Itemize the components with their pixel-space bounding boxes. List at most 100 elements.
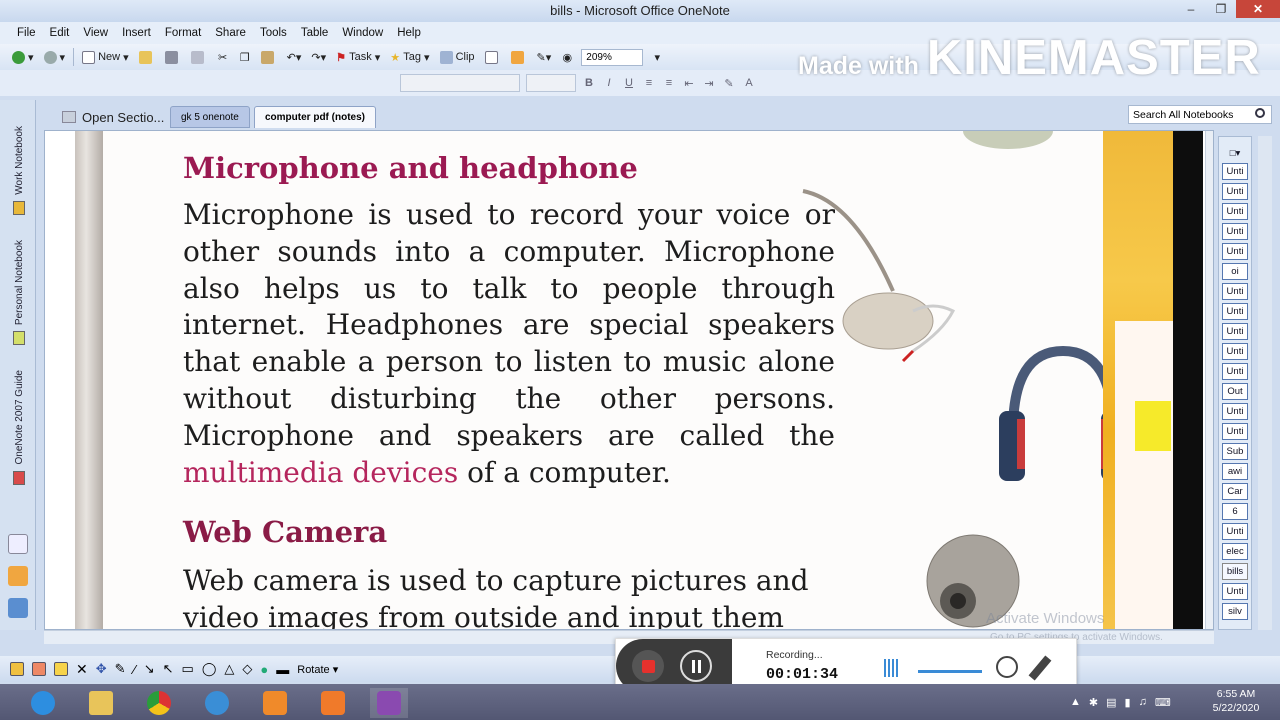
- insert-space-icon[interactable]: ✥: [96, 661, 107, 677]
- stop-recording-button[interactable]: [632, 650, 664, 682]
- open-sections-tab[interactable]: Open Sectio...: [52, 106, 174, 128]
- zoom-select[interactable]: 209%: [581, 48, 644, 66]
- line-icon[interactable]: ∕: [134, 662, 136, 677]
- pen-tool-icon[interactable]: ✎: [115, 661, 126, 677]
- search-notebooks-input[interactable]: Search All Notebooks: [1128, 105, 1272, 124]
- app-orange-icon[interactable]: [256, 688, 294, 718]
- eraser-tool-icon[interactable]: [54, 662, 68, 676]
- zoom-dropdown-icon[interactable]: ▾: [649, 47, 665, 67]
- page-tab[interactable]: awi: [1222, 463, 1248, 480]
- decrease-indent-icon[interactable]: ⇤: [682, 77, 696, 90]
- menu-edit[interactable]: Edit: [43, 27, 77, 39]
- page-tab[interactable]: Unti: [1222, 523, 1248, 540]
- page-tab[interactable]: Sub: [1222, 443, 1248, 460]
- recorder-icon[interactable]: [314, 688, 352, 718]
- back-icon[interactable]: ▾: [10, 47, 36, 67]
- menu-table[interactable]: Table: [294, 27, 336, 39]
- menu-tools[interactable]: Tools: [253, 27, 294, 39]
- page-canvas[interactable]: Microphone and headphone Microphone is u…: [44, 130, 1214, 630]
- page-tab[interactable]: Unti: [1222, 243, 1248, 260]
- double-arrow-icon[interactable]: ↖: [163, 661, 174, 677]
- circle-icon[interactable]: ◯: [202, 661, 217, 677]
- menu-help[interactable]: Help: [390, 27, 428, 39]
- notebook-work[interactable]: Work Notebook: [8, 126, 30, 215]
- type-text-icon[interactable]: [10, 662, 24, 676]
- restore-icon[interactable]: ❐: [1206, 0, 1236, 18]
- show-hidden-icon[interactable]: ▲: [1070, 696, 1081, 708]
- page-tab[interactable]: Unti: [1222, 403, 1248, 420]
- page-tab-active[interactable]: bills: [1222, 563, 1248, 580]
- font-color-icon[interactable]: A: [742, 77, 756, 89]
- page-tab[interactable]: Unti: [1222, 343, 1248, 360]
- page-list-scrollbar[interactable]: [1258, 136, 1272, 630]
- page-tab[interactable]: Unti: [1222, 363, 1248, 380]
- pause-recording-button[interactable]: [680, 650, 712, 682]
- annotate-pen-icon[interactable]: [1028, 655, 1052, 681]
- network-icon[interactable]: ▤: [1106, 696, 1116, 709]
- page-tab[interactable]: elec: [1222, 543, 1248, 560]
- paste-icon[interactable]: [259, 47, 279, 67]
- tab-gk5-onenote[interactable]: gk 5 onenote: [170, 106, 250, 128]
- bluetooth-icon[interactable]: ✱: [1089, 696, 1098, 709]
- minimize-icon[interactable]: –: [1176, 0, 1206, 18]
- page-tab[interactable]: Unti: [1222, 583, 1248, 600]
- page-tab[interactable]: oi: [1222, 263, 1248, 280]
- font-name-select[interactable]: [400, 74, 520, 92]
- selection-icon[interactable]: [8, 566, 28, 586]
- print-icon[interactable]: [163, 47, 183, 67]
- page-tab[interactable]: Unti: [1222, 223, 1248, 240]
- battery-icon[interactable]: ▮: [1125, 696, 1131, 709]
- pan-icon[interactable]: [509, 47, 529, 67]
- notebook-guide[interactable]: OneNote 2007 Guide: [8, 370, 30, 485]
- highlight-icon[interactable]: ✎: [722, 77, 736, 90]
- undo-icon[interactable]: ↶▾: [285, 47, 304, 67]
- page-tab[interactable]: Unti: [1222, 283, 1248, 300]
- numbering-icon[interactable]: ≡: [662, 77, 676, 89]
- note-icon[interactable]: [483, 47, 503, 67]
- volume-icon[interactable]: ♫: [1139, 696, 1147, 708]
- browser-icon[interactable]: [198, 688, 236, 718]
- new-page-icon[interactable]: □▾: [1222, 145, 1248, 162]
- eraser-icon[interactable]: [8, 534, 28, 554]
- menu-share[interactable]: Share: [208, 27, 253, 39]
- page-tab[interactable]: Unti: [1222, 203, 1248, 220]
- bold-icon[interactable]: B: [582, 77, 596, 89]
- page-tab[interactable]: 6: [1222, 503, 1248, 520]
- copy-icon[interactable]: ❐: [237, 47, 253, 67]
- webcam-toggle-icon[interactable]: [996, 656, 1018, 678]
- notebook-personal[interactable]: Personal Notebook: [8, 240, 30, 346]
- diamond-icon[interactable]: ◇: [242, 661, 252, 677]
- vertical-scrollbar[interactable]: [1205, 131, 1213, 629]
- ie-icon[interactable]: [24, 688, 62, 718]
- page-tab[interactable]: Unti: [1222, 423, 1248, 440]
- menu-format[interactable]: Format: [158, 27, 208, 39]
- page-tab[interactable]: Unti: [1222, 303, 1248, 320]
- menu-window[interactable]: Window: [335, 27, 390, 39]
- delete-icon[interactable]: ✕: [76, 661, 88, 678]
- tag-button[interactable]: ★ Tag ▾: [388, 47, 431, 67]
- arrow-icon[interactable]: ↘: [144, 661, 155, 677]
- page-tab[interactable]: Out: [1222, 383, 1248, 400]
- pen-icon[interactable]: ✎▾: [535, 47, 554, 67]
- page-tab[interactable]: Unti: [1222, 163, 1248, 180]
- triangle-icon[interactable]: △: [224, 661, 234, 677]
- keyboard-icon[interactable]: ⌨: [1155, 696, 1171, 709]
- bullets-icon[interactable]: ≡: [642, 77, 656, 89]
- tab-computer-pdf[interactable]: computer pdf (notes): [254, 106, 376, 128]
- line-thickness-icon[interactable]: ▬: [276, 662, 289, 677]
- page-tab[interactable]: Car: [1222, 483, 1248, 500]
- redo-icon[interactable]: ↷▾: [309, 47, 328, 67]
- open-icon[interactable]: [137, 47, 157, 67]
- zoom-icon[interactable]: ◉: [559, 47, 575, 67]
- task-button[interactable]: ⚑ Task ▾: [334, 47, 382, 67]
- lasso-icon[interactable]: [32, 662, 46, 676]
- panel-icon[interactable]: [8, 598, 28, 618]
- search-icon[interactable]: [1255, 108, 1265, 118]
- font-size-select[interactable]: [526, 74, 576, 92]
- forward-icon[interactable]: ▾: [42, 47, 68, 67]
- clock[interactable]: 6:55 AM 5/22/2020: [1198, 687, 1274, 715]
- volume-slider[interactable]: [918, 670, 982, 673]
- audio-level-icon[interactable]: [884, 659, 900, 677]
- clip-button[interactable]: Clip: [438, 47, 477, 67]
- page-tab[interactable]: Unti: [1222, 323, 1248, 340]
